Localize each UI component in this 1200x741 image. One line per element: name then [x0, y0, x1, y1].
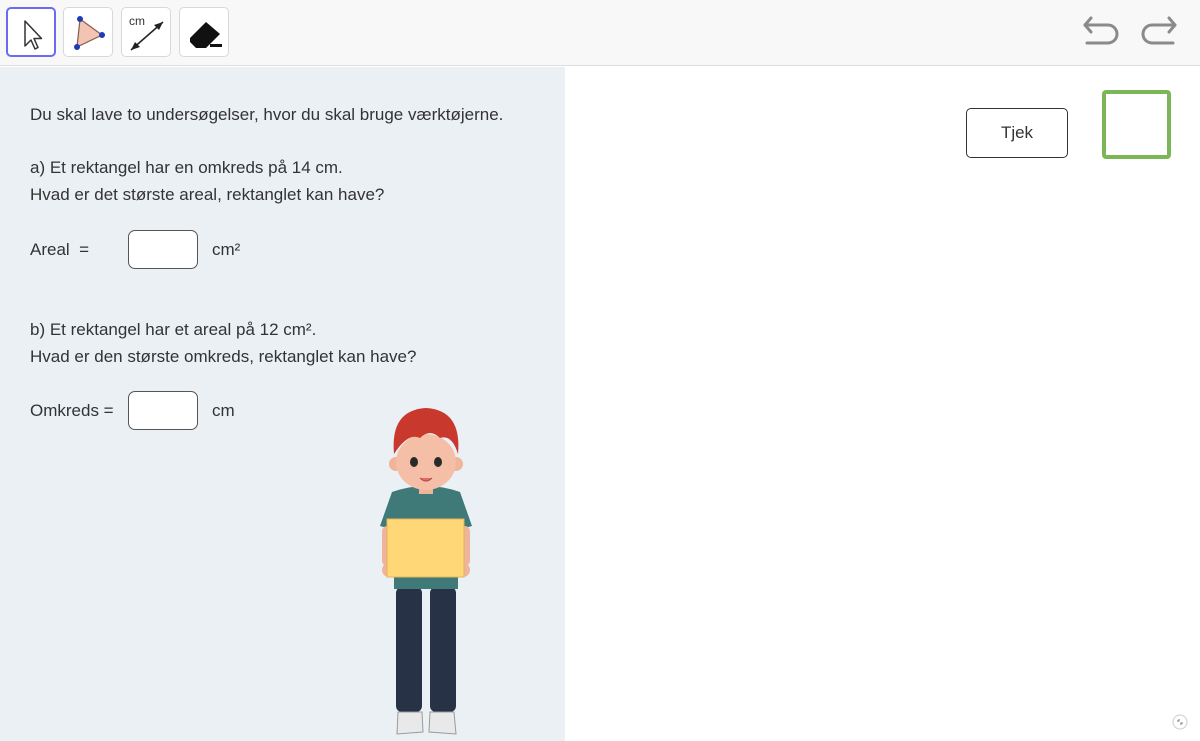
- eraser-icon: [190, 22, 222, 48]
- question-b-line1: b) Et rektangel har et areal på 12 cm².: [30, 320, 317, 339]
- move-tool-button[interactable]: [6, 7, 56, 57]
- distance-tool-button[interactable]: cm: [121, 7, 171, 57]
- answer-status-box: [1102, 90, 1171, 159]
- triangle-polygon-icon: [74, 16, 105, 50]
- perimeter-unit: cm: [212, 401, 235, 420]
- toolbar: cm: [0, 0, 1200, 66]
- question-a-line1: a) Et rektangel har en omkreds på 14 cm.: [30, 158, 343, 177]
- distance-measure-icon: cm: [129, 14, 164, 51]
- task-intro: Du skal lave to undersøgelser, hvor du s…: [30, 105, 504, 124]
- undo-button[interactable]: [1080, 15, 1120, 51]
- question-a-line2: Hvad er det største areal, rektanglet ka…: [30, 185, 385, 204]
- polygon-tool-button[interactable]: [63, 7, 113, 57]
- redo-button[interactable]: [1140, 15, 1180, 51]
- check-button[interactable]: Tjek: [966, 108, 1068, 158]
- eraser-tool-button[interactable]: [179, 7, 229, 57]
- area-unit: cm²: [212, 240, 241, 259]
- perimeter-answer-input[interactable]: [128, 391, 198, 430]
- undo-icon: [1083, 16, 1119, 45]
- question-b-line2: Hvad er den største omkreds, rektanglet …: [30, 347, 417, 366]
- cursor-arrow-icon: [24, 20, 43, 50]
- boy-holding-rectangle-illustration: [380, 408, 472, 735]
- area-label: Areal =: [30, 240, 90, 259]
- perimeter-label: Omkreds =: [30, 401, 114, 420]
- fullscreen-icon[interactable]: [1172, 714, 1188, 730]
- distance-tool-label: cm: [129, 14, 145, 28]
- redo-icon: [1141, 16, 1177, 45]
- area-answer-input[interactable]: [128, 230, 198, 269]
